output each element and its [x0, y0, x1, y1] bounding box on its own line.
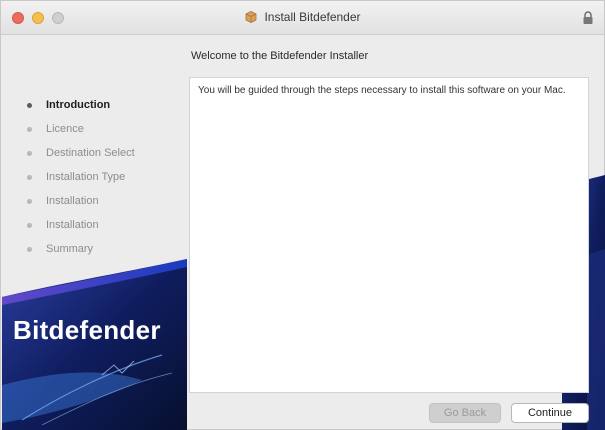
step-bullet [27, 150, 32, 156]
step-item: Licence [23, 117, 183, 141]
installer-window: Install Bitdefender Introduction Licence… [0, 0, 605, 430]
step-item: Installation [23, 189, 183, 213]
step-bullet [27, 126, 32, 132]
page-heading: Welcome to the Bitdefender Installer [191, 50, 369, 62]
package-icon [246, 11, 257, 23]
step-item: Introduction [23, 93, 183, 117]
step-label: Licence [46, 123, 84, 135]
step-bullet [27, 174, 32, 180]
step-item: Destination Select [23, 141, 183, 165]
step-label: Destination Select [46, 147, 135, 159]
lock-icon[interactable] [582, 11, 594, 25]
step-label: Introduction [46, 99, 111, 111]
title-bar: Install Bitdefender [1, 1, 604, 35]
step-label: Installation Type [46, 171, 126, 183]
brand-logo-text: Bitdefender [13, 315, 161, 345]
content-body: You will be guided through the steps nec… [198, 85, 566, 96]
step-bullet [27, 246, 32, 252]
step-bullet [27, 102, 32, 108]
step-label: Installation [46, 219, 99, 231]
step-label: Summary [46, 243, 94, 255]
installer-steps: Introduction Licence Destination Select … [23, 93, 183, 261]
step-item: Installation Type [23, 165, 183, 189]
step-item: Summary [23, 237, 183, 261]
go-back-button[interactable]: Go Back [429, 403, 501, 423]
window-title-group: Install Bitdefender [1, 10, 604, 24]
step-label: Installation [46, 195, 99, 207]
step-item: Installation [23, 213, 183, 237]
content-panel: You will be guided through the steps nec… [189, 77, 589, 393]
step-bullet [27, 198, 32, 204]
continue-button[interactable]: Continue [511, 403, 589, 423]
window-title: Install Bitdefender [264, 10, 361, 24]
step-bullet [27, 222, 32, 228]
